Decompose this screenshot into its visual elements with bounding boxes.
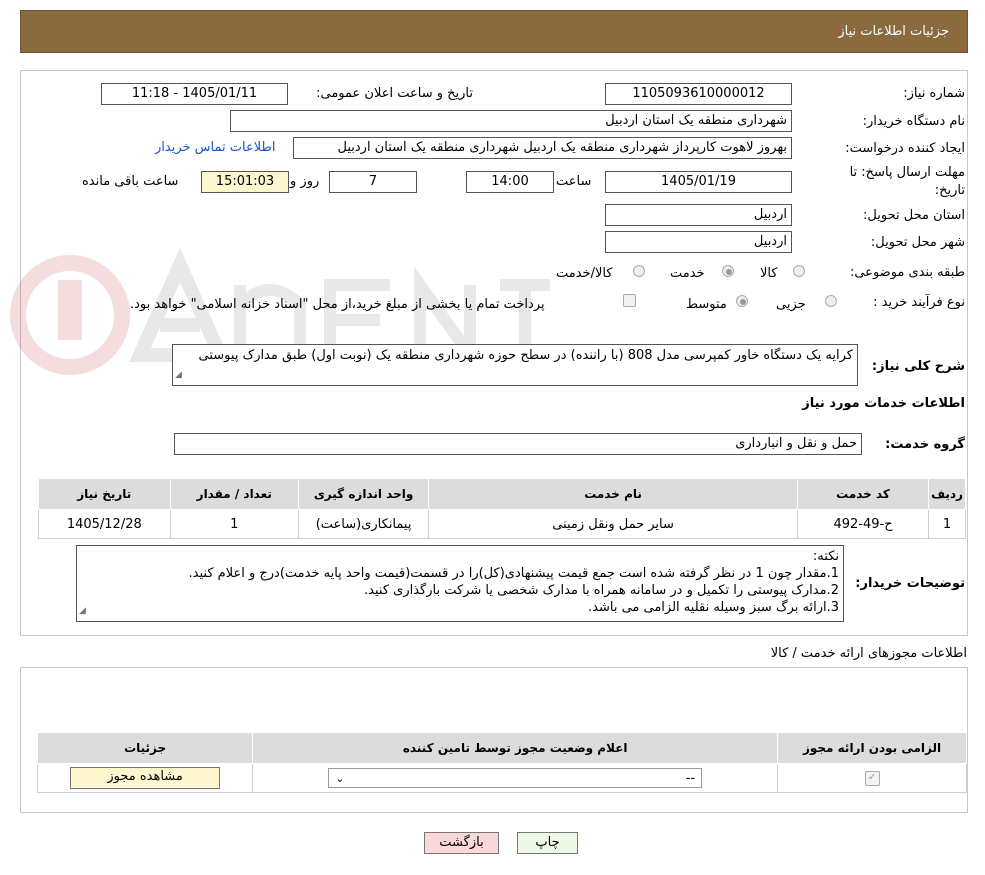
col-row-header: ردیف bbox=[928, 478, 966, 510]
cell-required: ✓ bbox=[777, 763, 967, 793]
cell-status: -- ⌄ bbox=[252, 763, 779, 793]
cell-name: سایر حمل ونقل زمینی bbox=[428, 509, 798, 539]
page-title: جزئیات اطلاعات نیاز bbox=[838, 24, 949, 39]
col-qty-header: تعداد / مقدار bbox=[169, 478, 300, 510]
payment-checkbox[interactable] bbox=[623, 294, 636, 307]
permit-status-select[interactable]: -- ⌄ bbox=[328, 768, 703, 788]
description-text: کرایه یک دستگاه خاور کمپرسی مدل 808 (با … bbox=[198, 348, 853, 363]
category-option-service: خدمت bbox=[670, 266, 705, 281]
table-row: 1 ح-49-492 سایر حمل ونقل زمینی پیمانکاری… bbox=[38, 509, 966, 539]
resize-grip-icon[interactable]: ◢ bbox=[79, 603, 86, 620]
col-details-header: جزئیات bbox=[36, 732, 254, 764]
process-radio-medium[interactable] bbox=[736, 295, 748, 307]
print-button[interactable]: چاپ bbox=[517, 832, 578, 854]
cell-row: 1 bbox=[928, 509, 966, 539]
permits-table: الزامی بودن ارائه مجوز اعلام وضعیت مجوز … bbox=[36, 732, 967, 793]
services-table: ردیف کد خدمت نام خدمت واحد اندازه گیری ت… bbox=[38, 478, 966, 539]
buyer-label: نام دستگاه خریدار: bbox=[862, 114, 965, 129]
remaining-time-field: 15:01:03 bbox=[201, 171, 289, 193]
buyer-notes-label: توضیحات خریدار: bbox=[855, 576, 965, 591]
permits-table-header: الزامی بودن ارائه مجوز اعلام وضعیت مجوز … bbox=[36, 732, 967, 764]
payment-note: پرداخت تمام یا بخشی از مبلغ خرید،از محل … bbox=[130, 297, 545, 312]
notes-line: نکته: bbox=[812, 549, 839, 564]
deadline-time-label: ساعت bbox=[556, 174, 592, 189]
remaining-label: ساعت باقی مانده bbox=[82, 174, 179, 189]
days-field: 7 bbox=[329, 171, 417, 193]
col-required-header: الزامی بودن ارائه مجوز bbox=[777, 732, 967, 764]
permit-status-value: -- bbox=[685, 770, 696, 786]
creator-label: ایجاد کننده درخواست: bbox=[845, 141, 965, 156]
notes-line: 1.مقدار چون 1 در نظر گرفته شده است جمع ق… bbox=[188, 566, 839, 581]
province-field: اردبیل bbox=[605, 204, 792, 226]
category-option-goods: کالا bbox=[760, 266, 778, 281]
description-label: شرح کلی نیاز: bbox=[871, 359, 965, 374]
process-option-minor: جزیی bbox=[776, 297, 806, 312]
cell-qty: 1 bbox=[169, 509, 300, 539]
announce-datetime-field: 1405/01/11 - 11:18 bbox=[101, 83, 288, 105]
city-field: اردبیل bbox=[605, 231, 792, 253]
permits-title: اطلاعات مجوزهای ارائه خدمت / کالا bbox=[770, 646, 967, 661]
col-unit-header: واحد اندازه گیری bbox=[298, 478, 430, 510]
need-number-label: شماره نیاز: bbox=[903, 86, 965, 101]
service-group-field: حمل و نقل و انبارداری bbox=[174, 433, 862, 455]
notes-line: 2.مدارک پیوستی را تکمیل و در سامانه همرا… bbox=[364, 583, 839, 598]
page-header: جزئیات اطلاعات نیاز bbox=[20, 10, 968, 53]
col-name-header: نام خدمت bbox=[428, 478, 798, 510]
service-group-label: گروه خدمت: bbox=[885, 437, 965, 452]
cell-code: ح-49-492 bbox=[796, 509, 930, 539]
days-label: روز و bbox=[290, 174, 320, 189]
required-checkbox[interactable]: ✓ bbox=[864, 770, 880, 786]
buyer-contact-link[interactable]: اطلاعات تماس خریدار bbox=[155, 140, 275, 155]
col-code-header: کد خدمت bbox=[796, 478, 930, 510]
need-number-field: 1105093610000012 bbox=[605, 83, 792, 105]
cell-details: مشاهده مجوز bbox=[36, 763, 254, 793]
services-title: اطلاعات خدمات مورد نیاز bbox=[802, 396, 965, 411]
deadline-label: مهلت ارسال پاسخ: تا تاریخ: bbox=[849, 165, 965, 198]
category-radio-goods-service[interactable] bbox=[633, 265, 645, 277]
resize-grip-icon[interactable]: ◢ bbox=[175, 367, 182, 384]
notes-line: 3.ارائه برگ سبز وسیله نقلیه الزامی می با… bbox=[588, 600, 839, 615]
process-option-medium: متوسط bbox=[686, 297, 727, 312]
col-date-header: تاریخ نیاز bbox=[38, 478, 171, 510]
view-permit-button[interactable]: مشاهده مجوز bbox=[70, 767, 221, 789]
process-label: نوع فرآیند خرید : bbox=[873, 295, 965, 310]
cell-date: 1405/12/28 bbox=[38, 509, 171, 539]
process-radio-minor[interactable] bbox=[825, 295, 837, 307]
col-status-header: اعلام وضعیت مجوز توسط تامین کننده bbox=[252, 732, 779, 764]
category-option-goods-service: کالا/خدمت bbox=[556, 266, 613, 281]
buyer-notes-field: نکته: 1.مقدار چون 1 در نظر گرفته شده است… bbox=[76, 545, 844, 622]
creator-field: بهروز لاهوت کارپرداز شهرداری منطقه یک ار… bbox=[293, 137, 792, 159]
province-label: استان محل تحویل: bbox=[863, 208, 965, 223]
cell-unit: پیمانکاری(ساعت) bbox=[298, 509, 430, 539]
category-label: طبقه بندی موضوعی: bbox=[849, 265, 965, 280]
city-label: شهر محل تحویل: bbox=[870, 235, 965, 250]
announce-label: تاریخ و ساعت اعلان عمومی: bbox=[316, 86, 473, 101]
table-row: ✓ -- ⌄ مشاهده مجوز bbox=[36, 763, 967, 793]
chevron-down-icon: ⌄ bbox=[335, 771, 345, 785]
description-field: کرایه یک دستگاه خاور کمپرسی مدل 808 (با … bbox=[172, 344, 858, 386]
services-table-header: ردیف کد خدمت نام خدمت واحد اندازه گیری ت… bbox=[38, 478, 966, 510]
category-radio-goods[interactable] bbox=[793, 265, 805, 277]
category-radio-service[interactable] bbox=[722, 265, 734, 277]
back-button[interactable]: بازگشت bbox=[424, 832, 499, 854]
deadline-time-field: 14:00 bbox=[466, 171, 554, 193]
buyer-field: شهرداری منطقه یک استان اردبیل bbox=[230, 110, 792, 132]
deadline-date-field: 1405/01/19 bbox=[605, 171, 792, 193]
